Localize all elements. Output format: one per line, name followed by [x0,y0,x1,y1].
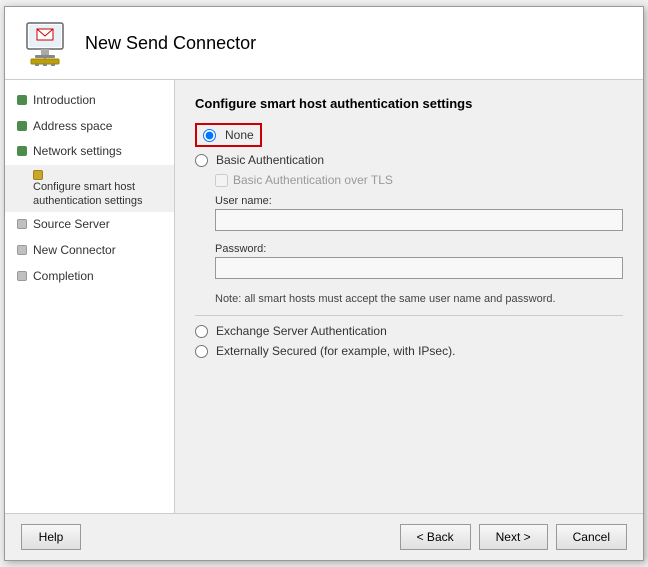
externally-secured-option-row: Externally Secured (for example, with IP… [195,344,623,358]
none-radio[interactable] [203,129,216,142]
dialog-header: New Send Connector [5,7,643,80]
sidebar-item-label-address-space: Address space [33,119,112,135]
basic-auth-option-row: Basic Authentication [195,153,623,167]
none-radio-label[interactable]: None [225,128,254,142]
basic-auth-radio-label[interactable]: Basic Authentication [216,153,324,167]
address-indicator [17,121,27,131]
intro-indicator [17,95,27,105]
exchange-auth-radio[interactable] [195,325,208,338]
sidebar-item-label-completion: Completion [33,269,94,285]
username-input[interactable] [215,209,623,231]
sidebar-item-label-source-server: Source Server [33,217,110,233]
basic-auth-indent-section: Basic Authentication over TLS User name:… [215,173,623,305]
sidebar-item-new-connector[interactable]: New Connector [5,238,174,264]
next-button[interactable]: Next > [479,524,548,550]
dialog-title: New Send Connector [85,33,256,54]
dialog-body: Introduction Address space Network setti… [5,80,643,513]
exchange-auth-option-row: Exchange Server Authentication [195,324,623,338]
sidebar-item-address-space[interactable]: Address space [5,114,174,140]
sidebar-item-label-configure: Configure smart host authentication sett… [33,181,142,207]
main-content: Configure smart host authentication sett… [175,80,643,513]
sidebar-item-label-network-settings: Network settings [33,144,122,160]
configure-indicator [33,170,43,180]
basic-auth-tls-row: Basic Authentication over TLS [215,173,623,187]
dialog: New Send Connector Introduction Address … [4,6,644,561]
source-indicator [17,219,27,229]
externally-secured-label[interactable]: Externally Secured (for example, with IP… [216,344,455,358]
connector-icon [21,19,69,67]
basic-auth-radio[interactable] [195,154,208,167]
note-text: Note: all smart hosts must accept the sa… [215,293,623,305]
sidebar: Introduction Address space Network setti… [5,80,175,513]
network-indicator [17,146,27,156]
exchange-auth-label[interactable]: Exchange Server Authentication [216,324,387,338]
none-radio-highlight: None [195,123,262,147]
sidebar-item-label-new-connector: New Connector [33,243,116,259]
sidebar-item-introduction[interactable]: Introduction [5,88,174,114]
completion-indicator [17,271,27,281]
sidebar-item-label-introduction: Introduction [33,93,96,109]
dialog-footer: Help < Back Next > Cancel [5,513,643,560]
password-input[interactable] [215,257,623,279]
basic-auth-tls-checkbox[interactable] [215,174,228,187]
sidebar-item-source-server[interactable]: Source Server [5,212,174,238]
new-connector-indicator [17,245,27,255]
footer-right-buttons: < Back Next > Cancel [400,524,627,550]
sidebar-item-completion[interactable]: Completion [5,264,174,290]
separator [195,315,623,316]
password-label: Password: [215,243,623,255]
none-option-row: None [195,123,623,147]
help-button[interactable]: Help [21,524,81,550]
cancel-button[interactable]: Cancel [556,524,627,550]
basic-auth-tls-label: Basic Authentication over TLS [233,173,393,187]
username-label: User name: [215,195,623,207]
back-button[interactable]: < Back [400,524,471,550]
section-title: Configure smart host authentication sett… [195,96,623,111]
sidebar-item-network-settings[interactable]: Network settings [5,139,174,165]
externally-secured-radio[interactable] [195,345,208,358]
sidebar-item-configure-smart-host[interactable]: Configure smart host authentication sett… [5,165,174,213]
